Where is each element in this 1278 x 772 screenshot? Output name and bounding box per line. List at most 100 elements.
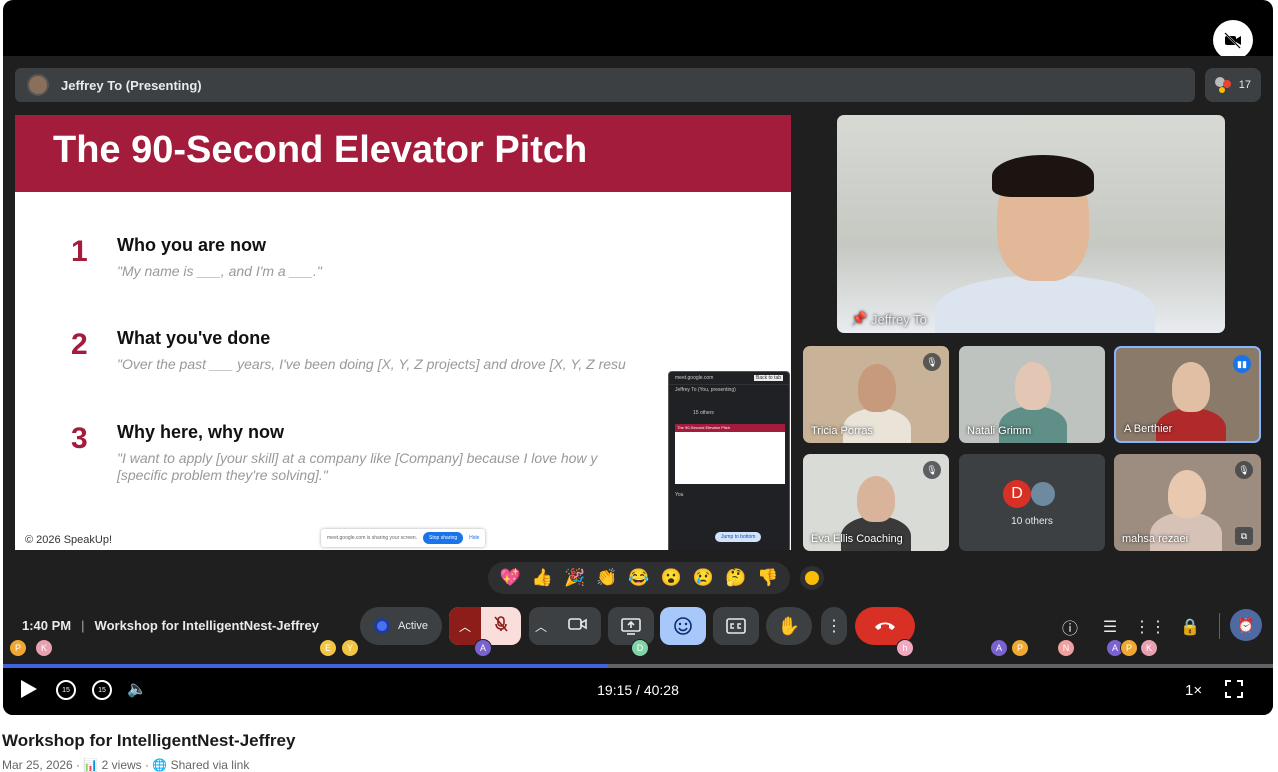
meeting-time: 1:40 PM [22, 618, 72, 633]
hide-button[interactable]: Hide [469, 535, 479, 541]
screen-share-notice: meet.google.com is sharing your screen. … [321, 529, 485, 547]
chevron-up-icon[interactable]: ︿ [449, 607, 481, 645]
mini-url: meet.google.com [675, 375, 714, 381]
camera-off-icon[interactable] [1213, 20, 1253, 60]
others-tile[interactable]: D 10 others [959, 454, 1105, 551]
video-camera-icon [568, 616, 588, 637]
mini-presenter-label: Jeffrey To (You, presenting) [675, 387, 736, 393]
lock-icon: 🔒 [1180, 619, 1200, 636]
pin-icon: 📌 [851, 311, 868, 326]
meeting-info: 1:40 PM | Workshop for IntelligentNest-Jef… [22, 618, 319, 633]
camera-button[interactable]: ︿ [529, 607, 601, 645]
video-meta: Mar 25, 2026 · 📊 2 views · 🌐 Shared via … [2, 758, 250, 772]
activities-button[interactable]: ⋮⋮ [1134, 614, 1166, 640]
participant-tile[interactable]: 🎙 Tricia Porras [803, 346, 949, 443]
chevron-up-icon[interactable]: ︿ [535, 618, 547, 635]
chat-icon: ☰ [1102, 619, 1118, 636]
point-title: Why here, why now [117, 422, 285, 442]
participant-name: Tricia Porras [811, 425, 873, 437]
shared-slide: The 90-Second Elevator Pitch 1 Who you a… [15, 115, 791, 550]
tile-jeffrey[interactable]: 📌 Jeffrey To [837, 115, 1225, 333]
meeting-name: Workshop for IntelligentNest-Jeffrey [94, 618, 319, 633]
participant-tile[interactable]: ▮▮ A Berthier [1114, 346, 1261, 443]
more-options-button[interactable]: ⋮ [821, 607, 847, 645]
participant-tile[interactable]: Natali Grimm [959, 346, 1105, 443]
mini-slide-title: The 90-Second Elevator Pitch [675, 424, 785, 432]
info-icon: ⓘ [1061, 621, 1078, 638]
others-avatar-photo [1029, 480, 1057, 508]
alarm-icon: ⏰ [1237, 616, 1255, 633]
slide-copyright: © 2026 SpeakUp! [25, 534, 112, 546]
jump-to-bottom-button[interactable]: Jump to bottom [715, 532, 762, 542]
pip-icon: ⧉ [1235, 527, 1253, 545]
share-notice-text: meet.google.com is sharing your screen. [327, 535, 418, 541]
reaction-bar: 💖 👍 🎉 👏 😂 😮 😢 🤔 👎 [488, 562, 790, 594]
captions-icon [726, 618, 746, 634]
reaction-thumbs-up[interactable]: 👍 [532, 568, 553, 588]
participant-video [857, 476, 895, 522]
player-controls: 15 15 🔈 19:15 / 40:28 1× [3, 668, 1273, 715]
participant-count-button[interactable]: 17 [1205, 68, 1261, 102]
apps-grid-icon: ⋮⋮ [1134, 619, 1166, 636]
point-subtitle: "I want to apply [your skill] at a compa… [117, 450, 598, 466]
divider [1219, 613, 1220, 639]
participant-video [1015, 362, 1051, 410]
end-call-icon [875, 622, 895, 630]
mic-off-icon [492, 615, 510, 638]
present-screen-button[interactable] [608, 607, 654, 645]
participant-video [1172, 362, 1210, 412]
back-to-tab-tooltip: Back to tab [753, 375, 783, 381]
point-subtitle-line2: [specific problem they're solving]." [117, 467, 328, 483]
participant-name: A Berthier [1124, 423, 1173, 435]
reaction-skin-tone-button[interactable] [800, 566, 824, 590]
playback-speed-button[interactable]: 1× [1185, 682, 1202, 699]
timer-button[interactable]: ⏰ [1230, 609, 1262, 641]
reaction-sad[interactable]: 😢 [693, 568, 714, 588]
participant-bubble: K [1140, 639, 1158, 657]
reaction-laugh[interactable]: 😂 [628, 568, 649, 588]
host-controls-button[interactable]: 🔒 [1177, 614, 1203, 640]
participant-bubble: A [990, 639, 1008, 657]
meet-recording: Jeffrey To (Presenting) 17 The 90-Second… [3, 56, 1273, 664]
kebab-icon: ⋮ [826, 618, 842, 635]
chat-button[interactable]: ☰ [1097, 614, 1123, 640]
participant-bubble: h [896, 639, 914, 657]
speaking-indicator-icon: ▮▮ [1233, 355, 1251, 373]
point-number: 1 [71, 235, 88, 268]
presenter-label: Jeffrey To (Presenting) [61, 77, 202, 93]
stop-sharing-button[interactable]: Stop sharing [423, 532, 464, 544]
reaction-surprised[interactable]: 😮 [661, 568, 682, 588]
point-title: What you've done [117, 328, 271, 348]
participant-name: Jeffrey To [871, 312, 927, 327]
participant-name: Natali Grimm [967, 425, 1032, 437]
point-subtitle: "My name is ___, and I'm a ___." [117, 263, 322, 279]
participant-count: 17 [1238, 79, 1251, 91]
active-status-button[interactable]: Active [360, 607, 442, 645]
hand-icon: ✋ [777, 615, 801, 636]
reaction-thumbs-down[interactable]: 👎 [757, 568, 778, 588]
captions-button[interactable] [713, 607, 759, 645]
participant-tile[interactable]: 🎙 Eva Ellis Coaching [803, 454, 949, 551]
video-player[interactable]: Jeffrey To (Presenting) 17 The 90-Second… [3, 0, 1273, 715]
participant-bubble: K [35, 639, 53, 657]
participant-tile[interactable]: 🎙 mahsa rezaei ⧉ [1114, 454, 1261, 551]
point-number: 3 [71, 422, 88, 455]
mini-others-label: 15 others [693, 410, 714, 416]
reactions-button[interactable] [660, 607, 706, 645]
reaction-clap[interactable]: 👏 [596, 568, 617, 588]
participant-bubble: P [1011, 639, 1029, 657]
fullscreen-icon[interactable] [1225, 680, 1243, 698]
muted-mic-icon: 🎙 [923, 461, 941, 479]
presenter-avatar [27, 74, 49, 96]
mini-meet-window: meet.google.com Back to tab Jeffrey To (… [668, 371, 790, 550]
reaction-party[interactable]: 🎉 [564, 568, 585, 588]
reaction-heart[interactable]: 💖 [500, 568, 521, 588]
meeting-details-button[interactable]: ⓘ [1057, 614, 1083, 640]
others-avatar: D [1003, 480, 1031, 508]
video-title: Workshop for IntelligentNest-Jeffrey [2, 731, 296, 750]
slide-title: The 90-Second Elevator Pitch [15, 115, 791, 192]
muted-mic-icon: 🎙 [923, 353, 941, 371]
raise-hand-button[interactable]: ✋ [766, 607, 812, 645]
point-subtitle: "Over the past ___ years, I've been doin… [117, 356, 626, 372]
reaction-thinking[interactable]: 🤔 [725, 568, 746, 588]
